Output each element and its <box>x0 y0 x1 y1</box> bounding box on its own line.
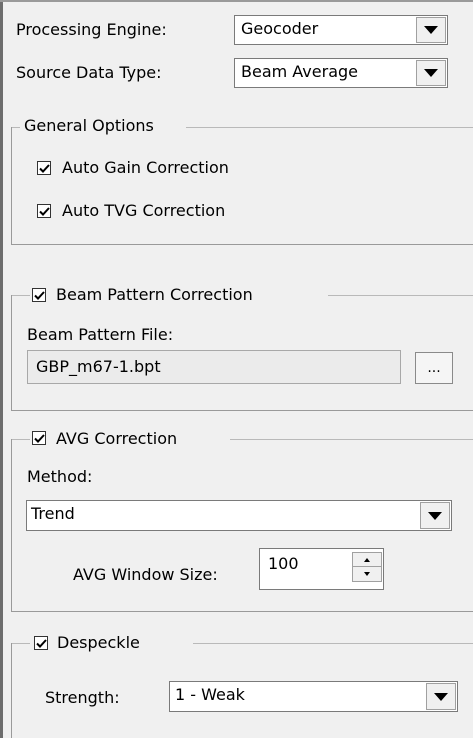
settings-panel: Processing Engine: Geocoder Source Data … <box>0 0 473 738</box>
group-border <box>11 127 12 244</box>
despeckle-checkbox[interactable] <box>34 636 48 650</box>
strength-dropdown[interactable]: 1 - Weak <box>169 681 458 712</box>
auto-tvg-label: Auto TVG Correction <box>62 201 226 220</box>
avg-window-size-label: AVG Window Size: <box>73 565 218 584</box>
group-border <box>230 439 473 440</box>
method-dropdown[interactable]: Trend <box>26 500 452 531</box>
check-icon <box>35 638 47 648</box>
group-divider <box>11 244 473 245</box>
group-border <box>11 439 12 611</box>
processing-engine-dropdown[interactable]: Geocoder <box>234 15 448 45</box>
group-border <box>193 643 473 644</box>
auto-gain-label: Auto Gain Correction <box>62 158 229 177</box>
beam-pattern-label: Beam Pattern Correction <box>56 285 253 304</box>
avg-window-size-value: 100 <box>268 554 299 573</box>
beam-pattern-file-field[interactable]: GBP_m67-1.bpt <box>27 350 401 384</box>
group-divider <box>11 611 473 612</box>
method-value: Trend <box>31 504 75 523</box>
chevron-down-icon[interactable] <box>420 502 450 529</box>
beam-pattern-file-label: Beam Pattern File: <box>27 325 174 344</box>
group-border <box>328 295 473 296</box>
group-border <box>11 295 12 410</box>
group-border <box>12 439 30 440</box>
group-divider <box>11 410 473 411</box>
despeckle-label: Despeckle <box>57 633 140 652</box>
avg-window-size-spinner[interactable]: 100 <box>259 548 384 590</box>
check-icon <box>33 290 45 300</box>
browse-button[interactable]: ... <box>415 352 453 384</box>
beam-pattern-checkbox[interactable] <box>32 288 46 302</box>
panel-top-border <box>0 0 473 2</box>
method-label: Method: <box>27 467 93 486</box>
group-border <box>12 643 30 644</box>
auto-tvg-checkbox[interactable] <box>37 204 51 218</box>
panel-left-border <box>0 0 3 738</box>
group-border <box>12 295 30 296</box>
chevron-down-icon[interactable] <box>416 60 446 86</box>
check-icon <box>33 433 45 443</box>
chevron-down-icon[interactable] <box>416 17 446 43</box>
general-options-title: General Options <box>24 116 154 135</box>
source-data-type-label: Source Data Type: <box>16 63 162 82</box>
strength-label: Strength: <box>45 688 120 707</box>
check-icon <box>38 163 50 173</box>
avg-correction-label: AVG Correction <box>56 429 178 448</box>
strength-value: 1 - Weak <box>175 685 245 704</box>
auto-gain-checkbox[interactable] <box>37 161 51 175</box>
spinner-buttons <box>352 550 382 588</box>
chevron-down-icon[interactable] <box>426 683 456 710</box>
group-border <box>11 643 12 738</box>
check-icon <box>38 206 50 216</box>
source-data-type-dropdown[interactable]: Beam Average <box>234 58 448 88</box>
processing-engine-value: Geocoder <box>241 19 319 38</box>
decrement-arrow-icon[interactable] <box>352 566 382 582</box>
avg-correction-checkbox[interactable] <box>32 431 46 445</box>
source-data-type-value: Beam Average <box>241 62 358 81</box>
beam-pattern-file-value: GBP_m67-1.bpt <box>36 357 161 376</box>
processing-engine-label: Processing Engine: <box>16 20 167 39</box>
group-border <box>186 127 473 128</box>
group-border <box>12 127 20 128</box>
